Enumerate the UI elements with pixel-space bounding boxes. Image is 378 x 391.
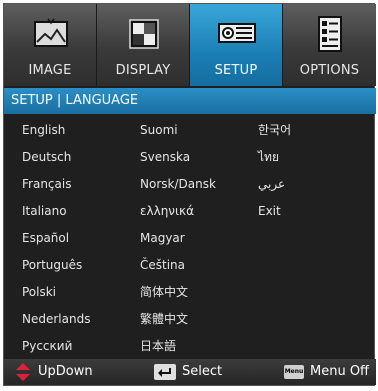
section-title: SETUP | LANGUAGE	[4, 88, 376, 114]
lang-traditional-chinese[interactable]: 繁體中文	[140, 309, 188, 329]
tab-label: IMAGE	[28, 63, 72, 78]
lang-italiano[interactable]: Italiano	[22, 201, 67, 221]
footer-bar: UpDown Select Menu Menu Off	[4, 359, 376, 385]
lang-arabic[interactable]: عربي	[258, 174, 285, 194]
lang-espanol[interactable]: Español	[22, 228, 69, 248]
tab-display[interactable]: DISPLAY	[97, 4, 190, 86]
lang-magyar[interactable]: Magyar	[140, 228, 185, 248]
enter-key-icon	[154, 364, 176, 380]
tab-label: DISPLAY	[115, 63, 171, 78]
lang-greek[interactable]: ελληνικά	[140, 201, 194, 221]
lang-francais[interactable]: Français	[22, 174, 71, 194]
select-label: Select	[182, 364, 223, 379]
tab-label: SETUP	[214, 63, 258, 78]
lang-nederlands[interactable]: Nederlands	[22, 309, 90, 329]
menu-key-icon: Menu	[284, 365, 304, 379]
tab-image[interactable]: IMAGE	[4, 4, 97, 86]
tab-label: OPTIONS	[299, 63, 360, 78]
exit-button[interactable]: Exit	[258, 201, 281, 221]
lang-suomi[interactable]: Suomi	[140, 120, 178, 140]
lang-deutsch[interactable]: Deutsch	[22, 147, 71, 167]
lang-thai[interactable]: ไทย	[258, 147, 279, 167]
tab-options[interactable]: OPTIONS	[283, 4, 376, 86]
projector-icon	[217, 14, 257, 54]
lang-cestina[interactable]: Čeština	[140, 255, 185, 275]
lang-portugues[interactable]: Português	[22, 255, 82, 275]
lang-russian[interactable]: Русский	[22, 336, 72, 356]
lang-japanese[interactable]: 日本語	[140, 336, 176, 356]
osd-menu: IMAGE DISPLAY SETUP OPTIONS SETUP | LANG…	[3, 3, 376, 386]
tab-setup[interactable]: SETUP	[190, 4, 283, 86]
image-icon	[31, 14, 71, 54]
menu-off-label: Menu Off	[310, 364, 370, 379]
select-hint: Select	[154, 359, 222, 385]
language-list: English Deutsch Français Italiano Españo…	[4, 114, 376, 360]
lang-english[interactable]: English	[22, 120, 65, 140]
lang-korean[interactable]: 한국어	[258, 120, 291, 140]
options-icon	[310, 14, 350, 54]
updown-label: UpDown	[38, 364, 93, 379]
updown-hint: UpDown	[16, 359, 93, 385]
up-down-arrow-icon	[16, 363, 30, 381]
display-icon	[124, 14, 164, 54]
tab-bar: IMAGE DISPLAY SETUP OPTIONS	[4, 4, 376, 86]
menu-off-hint: Menu Menu Off	[284, 359, 369, 385]
lang-simplified-chinese[interactable]: 简体中文	[140, 282, 188, 302]
lang-norsk-dansk[interactable]: Norsk/Dansk	[140, 174, 216, 194]
lang-polski[interactable]: Polski	[22, 282, 56, 302]
lang-svenska[interactable]: Svenska	[140, 147, 190, 167]
